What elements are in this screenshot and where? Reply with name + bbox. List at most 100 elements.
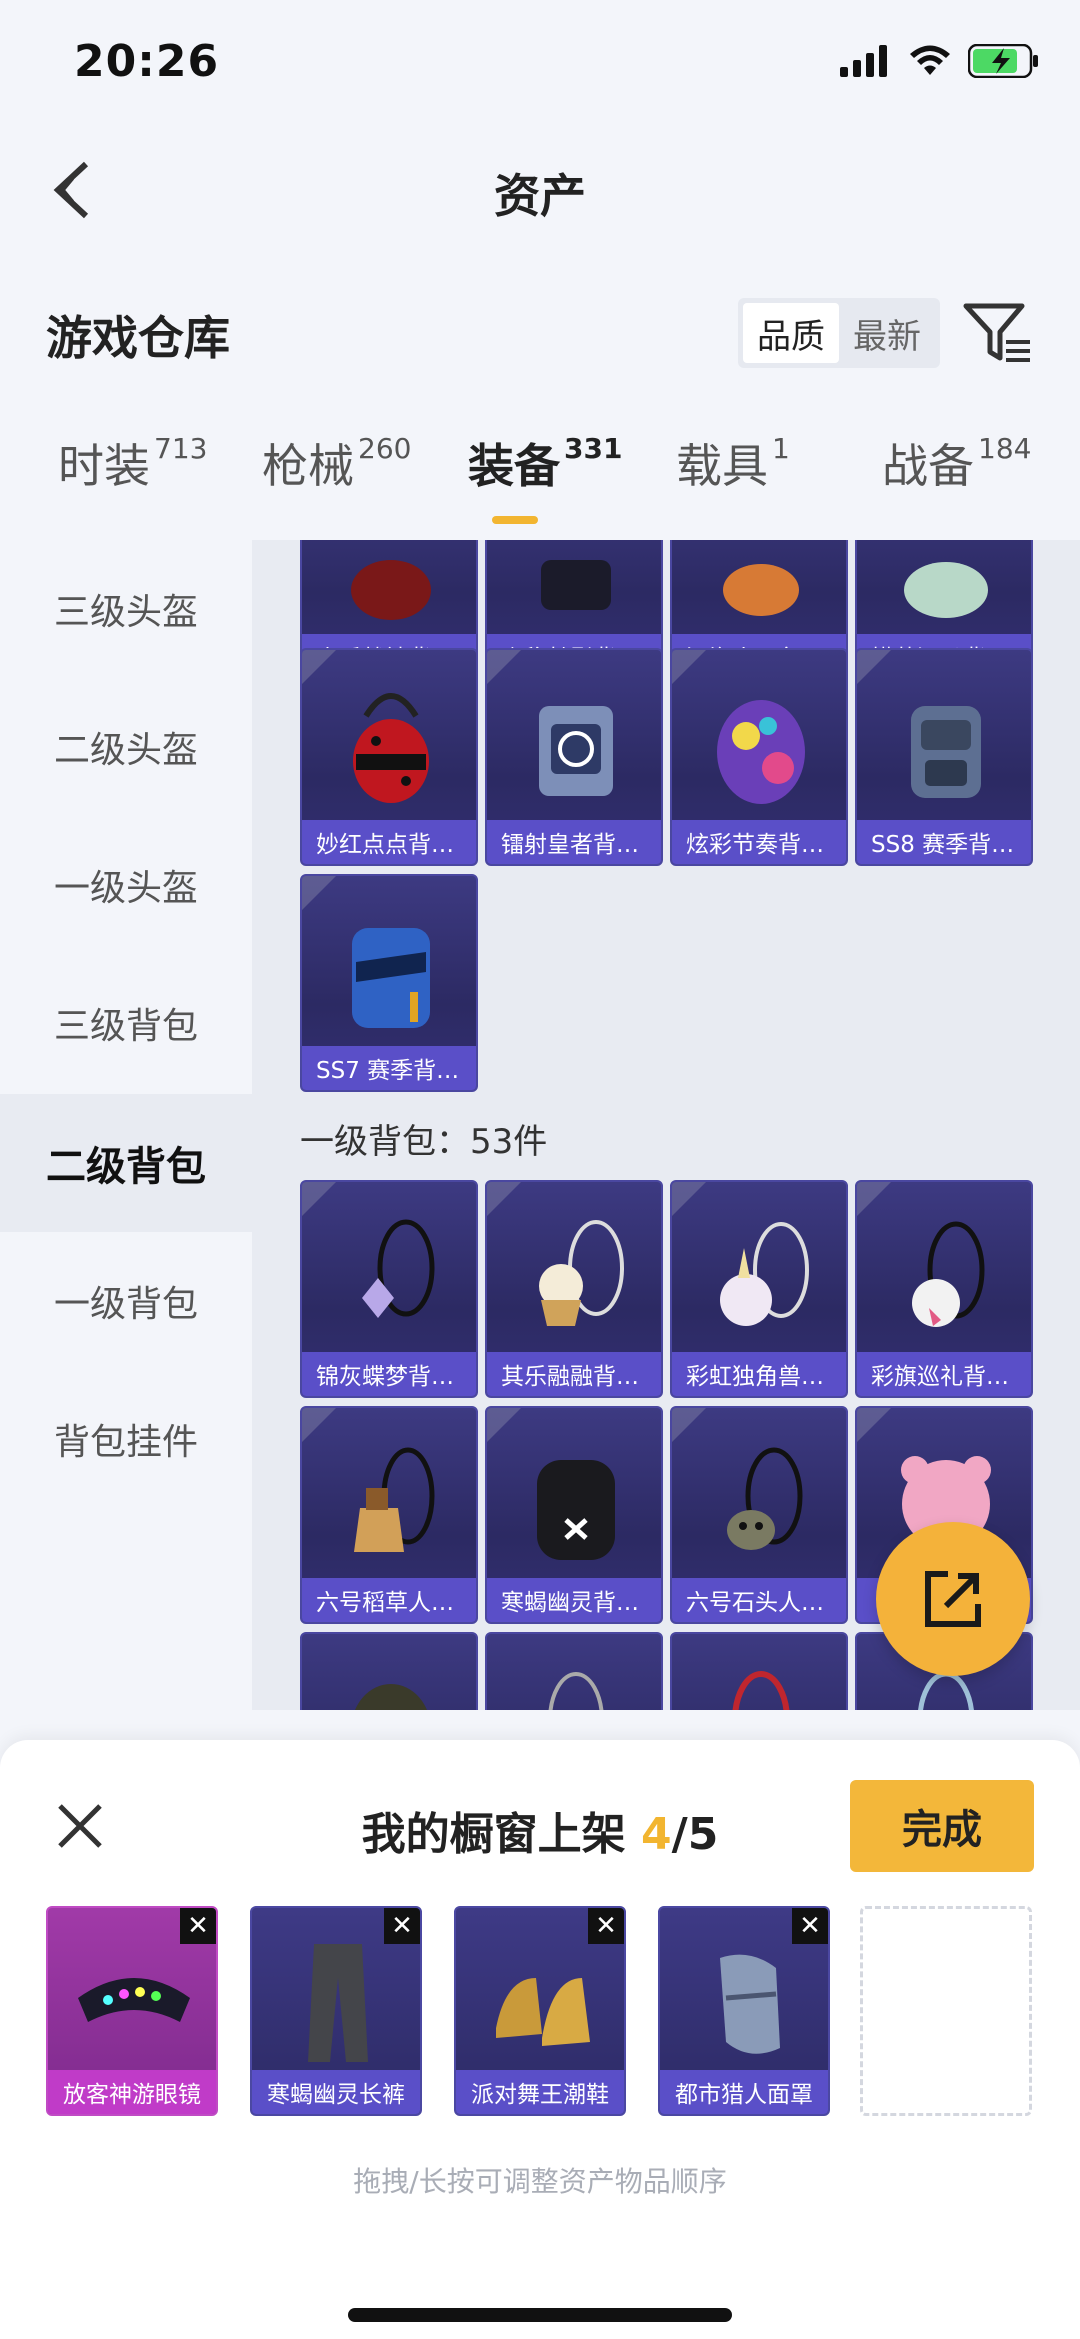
wifi-icon	[910, 45, 950, 75]
sheet-title-text: 我的橱窗上架	[361, 1809, 626, 1860]
showcase-slot[interactable]: ✕ 寒蝎幽灵长裤	[250, 1906, 422, 2116]
tab-supplies[interactable]: 战备 184	[882, 430, 1031, 496]
tab-vehicles[interactable]: 载具 1	[676, 430, 790, 496]
backpack-image	[720, 1222, 809, 1326]
item-card[interactable]: 锦灰蝶梦背…	[300, 1180, 478, 1398]
backpack-image	[723, 564, 799, 616]
tab-label: 枪械	[262, 439, 354, 493]
shoes-image	[496, 1978, 590, 2046]
item-card[interactable]: 六号石头人…	[670, 1406, 848, 1624]
backpack-image	[717, 700, 805, 804]
item-name: 妙红点点背…	[302, 820, 476, 864]
remove-slot-button[interactable]: ✕	[384, 1908, 420, 1944]
item-name: 彩虹独角兽…	[672, 1352, 846, 1396]
done-button[interactable]: 完成	[850, 1780, 1034, 1872]
tab-count: 331	[564, 432, 623, 465]
tab-count: 260	[358, 432, 412, 465]
tab-count: 1	[772, 432, 790, 465]
sheet-title-count: 4	[641, 1809, 672, 1860]
category-tabs: 时装 713 枪械 260 装备 331 载具 1 战备 184	[0, 430, 1080, 540]
active-tab-indicator	[492, 516, 538, 524]
backpack-image	[352, 928, 430, 1028]
slot-name: 放客神游眼镜	[48, 2070, 216, 2114]
item-card[interactable]: 其乐融融背…	[485, 1180, 663, 1398]
slot-name: 都市猎人面罩	[660, 2070, 828, 2114]
backpack-image	[732, 1671, 790, 1710]
empty-showcase-slot[interactable]	[860, 1906, 1032, 2116]
backpack-image	[539, 706, 613, 796]
external-link-icon	[925, 1571, 981, 1627]
status-bar: 20:26	[0, 0, 1080, 130]
item-card[interactable]: 寒蝎幽灵背…	[485, 1406, 663, 1624]
item-card[interactable]: 彩旗巡礼背…	[855, 1180, 1033, 1398]
backpack-image	[912, 1221, 985, 1327]
backpack-image	[541, 560, 611, 610]
sort-latest-option[interactable]: 最新	[839, 303, 935, 363]
item-card[interactable]: 炫彩节奏背…	[670, 648, 848, 866]
backpack-image	[354, 1447, 435, 1552]
sidebar: 三级头盔 二级头盔 一级头盔 三级背包 二级背包 一级背包 背包挂件	[0, 540, 252, 1710]
item-card[interactable]	[485, 1632, 663, 1710]
filter-button[interactable]	[962, 300, 1034, 366]
showcase-slot[interactable]: ✕ 都市猎人面罩	[658, 1906, 830, 2116]
tab-count: 713	[154, 432, 208, 465]
item-card[interactable]	[300, 1632, 478, 1710]
item-card[interactable]: SS7 赛季背…	[300, 874, 478, 1092]
item-card[interactable]: 妙红点点背…	[300, 648, 478, 866]
backpack-image	[354, 1684, 428, 1710]
tab-equipment[interactable]: 装备 331	[468, 430, 622, 496]
sidebar-item-backpack-3[interactable]: 三级背包	[0, 954, 252, 1092]
showcase-slot[interactable]: ✕ 派对舞王潮鞋	[454, 1906, 626, 2116]
tab-fashion[interactable]: 时装 713	[58, 430, 207, 496]
showcase-sheet: 我的橱窗上架 4/5 完成 ✕ 放客神游眼镜 ✕ 寒蝎幽灵长裤 ✕ 派对舞王潮鞋…	[0, 1740, 1080, 2339]
sidebar-item-backpack-2[interactable]: 二级背包	[0, 1094, 252, 1232]
goggles-image	[78, 1978, 190, 2022]
sidebar-item-helmet-2[interactable]: 二级头盔	[0, 678, 252, 816]
sort-toggle: 品质 最新	[738, 298, 940, 368]
sidebar-item-backpack-1[interactable]: 一级背包	[0, 1232, 252, 1370]
item-name: 六号石头人…	[672, 1578, 846, 1622]
slot-name: 派对舞王潮鞋	[456, 2070, 624, 2114]
backpack-image	[351, 560, 431, 620]
backpack-image	[353, 693, 429, 803]
backpack-image	[539, 1220, 624, 1326]
home-indicator	[348, 2308, 732, 2322]
item-name: SS8 赛季背…	[857, 820, 1031, 864]
share-fab-button[interactable]	[876, 1522, 1030, 1676]
page-title: 资产	[494, 169, 586, 223]
item-card[interactable]: 六号稻草人…	[300, 1406, 478, 1624]
item-name: SS7 赛季背…	[302, 1046, 476, 1090]
mask-image	[720, 1954, 780, 2054]
section-title-backpack-1: 一级背包：53件	[300, 1122, 548, 1162]
item-card[interactable]: SS8 赛季背…	[855, 648, 1033, 866]
item-card[interactable]: 镭射皇者背…	[485, 648, 663, 866]
sort-quality-option[interactable]: 品质	[743, 303, 839, 363]
tab-label: 装备	[468, 439, 560, 493]
backpack-image	[904, 562, 988, 618]
sidebar-item-helmet-1[interactable]: 一级头盔	[0, 816, 252, 954]
status-icons	[840, 44, 1040, 78]
tab-label: 时装	[58, 439, 150, 493]
backpack-image	[727, 1447, 803, 1550]
signal-icon	[840, 45, 887, 77]
filter-icon	[963, 303, 1030, 362]
sheet-title-total: /5	[671, 1809, 719, 1860]
item-name: 炫彩节奏背…	[672, 820, 846, 864]
status-time: 20:26	[74, 36, 220, 87]
backpack-image	[362, 1219, 435, 1318]
item-name: 寒蝎幽灵背…	[487, 1578, 661, 1622]
showcase-slot[interactable]: ✕ 放客神游眼镜	[46, 1906, 218, 2116]
sidebar-item-backpack-charm[interactable]: 背包挂件	[0, 1370, 252, 1508]
item-card[interactable]	[670, 1632, 848, 1710]
sidebar-item-helmet-3[interactable]: 三级头盔	[0, 540, 252, 678]
nav-bar: 资产	[0, 130, 1080, 250]
remove-slot-button[interactable]: ✕	[792, 1908, 828, 1944]
pants-image	[308, 1944, 368, 2062]
item-card[interactable]: 彩虹独角兽…	[670, 1180, 848, 1398]
remove-slot-button[interactable]: ✕	[588, 1908, 624, 1944]
battery-icon	[968, 44, 1038, 78]
item-name: 镭射皇者背…	[487, 820, 661, 864]
item-name: 六号稻草人…	[302, 1578, 476, 1622]
remove-slot-button[interactable]: ✕	[180, 1908, 216, 1944]
tab-weapons[interactable]: 枪械 260	[262, 430, 411, 496]
